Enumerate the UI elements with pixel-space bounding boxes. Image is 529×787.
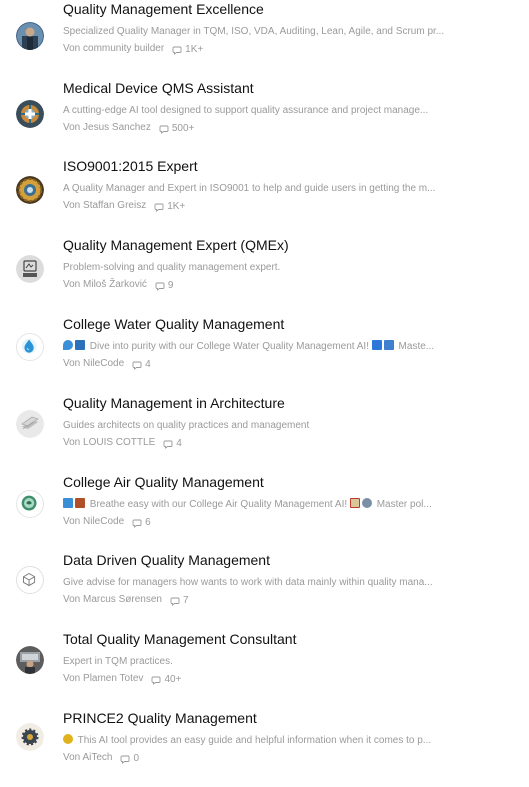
cube-outline-avatar [16, 566, 44, 594]
item-author: Von AiTech [63, 751, 113, 763]
chat-bubble-icon [120, 754, 130, 764]
item-description: This AI tool provides an easy guide and … [63, 734, 525, 748]
item-description: A cutting-edge AI tool designed to suppo… [63, 105, 429, 116]
item-author: Von Plamen Totev [63, 672, 144, 684]
item-title: Quality Management in Architecture [63, 395, 285, 411]
item-description: Dive into purity with our College Water … [63, 340, 525, 354]
item-description: Give advise for managers how wants to wo… [63, 577, 433, 588]
list-item[interactable]: Total Quality Management Consultant Expe… [0, 630, 529, 708]
chat-bubble-icon [154, 202, 164, 212]
item-description: Breathe easy with our College Air Qualit… [63, 498, 525, 512]
gear-cog-avatar [16, 723, 44, 751]
item-description: Problem-solving and quality management e… [63, 262, 281, 273]
item-meta: Von community builder 1K+ [63, 40, 203, 57]
chat-bubble-icon [132, 360, 142, 370]
wave-emoji-icon [75, 340, 85, 350]
list-item[interactable]: Quality Management in Architecture Guide… [0, 394, 529, 472]
chat-bubble-icon [155, 281, 165, 291]
item-meta: Von NileCode 4 [63, 355, 151, 372]
item-title: PRINCE2 Quality Management [63, 710, 257, 726]
magnifier-emoji-icon [361, 498, 372, 508]
item-title: College Water Quality Management [63, 316, 285, 332]
item-author: Von Miloš Žarković [63, 278, 147, 290]
list-item[interactable]: College Water Quality Management Dive in… [0, 315, 529, 393]
list-item[interactable]: College Air Quality Management Breathe e… [0, 473, 529, 551]
chat-bubble-icon [170, 596, 180, 606]
item-author: Von LOUIS COTTLE [63, 436, 156, 448]
item-author: Von community builder [63, 42, 165, 54]
wind-emoji-icon [63, 498, 73, 508]
iso-gear-avatar [16, 176, 44, 204]
water-drop-emoji-icon [63, 340, 73, 350]
item-title: ISO9001:2015 Expert [63, 158, 198, 174]
list-item[interactable]: ISO9001:2015 Expert A Quality Manager an… [0, 157, 529, 235]
conversation-count: 4 [176, 438, 182, 449]
conversation-count: 6 [145, 517, 151, 528]
item-author: Von Jesus Sanchez [63, 121, 151, 133]
item-title: Data Driven Quality Management [63, 552, 270, 568]
item-author: Von Marcus Sørensen [63, 593, 162, 605]
list-item[interactable]: Quality Management Excellence Specialize… [0, 0, 529, 78]
info-emoji-icon [371, 340, 382, 350]
item-meta: Von Plamen Totev 40+ [63, 670, 181, 687]
chat-bubble-icon [159, 124, 169, 134]
conversation-count: 500+ [171, 123, 195, 134]
item-author: Von NileCode [63, 357, 125, 369]
conversation-count: 1K+ [185, 44, 204, 55]
item-title: Quality Management Excellence [63, 1, 264, 17]
factory-emoji-icon [75, 498, 85, 508]
chat-bubble-icon [151, 675, 161, 685]
gear-emoji-icon [63, 734, 73, 744]
conversation-count: 9 [167, 280, 174, 291]
item-meta: Von Staffan Greisz 1K+ [63, 197, 185, 214]
item-meta: Von Jesus Sanchez 500+ [63, 119, 194, 136]
conversation-count: 7 [182, 595, 189, 606]
item-title: College Air Quality Management [63, 474, 264, 490]
list-item[interactable]: PRINCE2 Quality Management This AI tool … [0, 709, 529, 787]
book-emoji-icon [383, 340, 394, 350]
consultant-photo-avatar [16, 646, 44, 674]
item-meta: Von Marcus Sørensen 7 [63, 591, 189, 608]
list-item[interactable]: Data Driven Quality Management Give advi… [0, 551, 529, 629]
list-item[interactable]: Quality Management Expert (QMEx) Problem… [0, 236, 529, 314]
layers-avatar [16, 410, 44, 438]
item-title: Medical Device QMS Assistant [63, 80, 254, 96]
chat-bubble-icon [132, 518, 142, 528]
chat-bubble-icon [172, 45, 182, 55]
globe-leaf-avatar [16, 490, 44, 518]
item-description: A Quality Manager and Expert in ISO9001 … [63, 183, 436, 194]
item-description: Specialized Quality Manager in TQM, ISO,… [63, 26, 445, 37]
item-description: Guides architects on quality practices a… [63, 420, 310, 431]
item-title: Total Quality Management Consultant [63, 631, 297, 647]
water-drop-avatar [16, 333, 44, 361]
qmex-logo-avatar [16, 255, 44, 283]
item-meta: Von LOUIS COTTLE 4 [63, 434, 182, 451]
medical-globe-avatar [16, 100, 44, 128]
item-title: Quality Management Expert (QMEx) [63, 237, 289, 253]
item-meta: Von Miloš Žarković 9 [63, 276, 173, 293]
chat-bubble-icon [163, 439, 173, 449]
chart-emoji-icon [349, 498, 360, 508]
item-author: Von Staffan Greisz [63, 199, 147, 211]
conversation-count: 4 [145, 359, 151, 370]
item-author: Von NileCode [63, 515, 125, 527]
person-photo-avatar [16, 22, 44, 50]
item-meta: Von NileCode 6 [63, 513, 151, 530]
conversation-count: 1K+ [167, 201, 186, 212]
item-description: Expert in TQM practices. [63, 656, 173, 667]
conversation-count: 0 [133, 753, 140, 764]
list-item[interactable]: Medical Device QMS Assistant A cutting-e… [0, 79, 529, 157]
item-meta: Von AiTech 0 [63, 749, 139, 766]
conversation-count: 40+ [164, 674, 182, 685]
gpt-search-results-list: Quality Management Excellence Specialize… [0, 0, 529, 766]
